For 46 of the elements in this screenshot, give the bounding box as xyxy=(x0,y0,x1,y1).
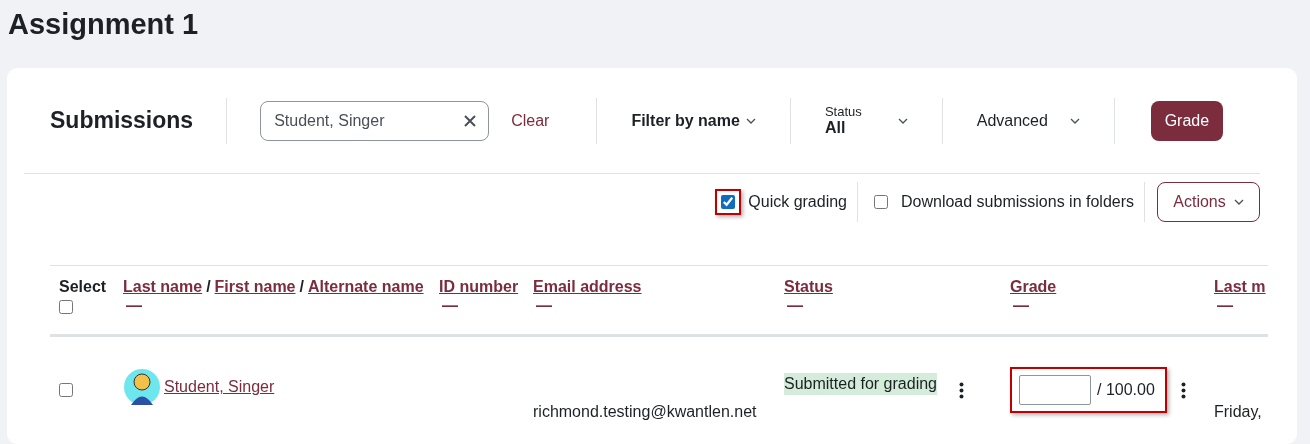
checkbox-label: Quick grading xyxy=(748,193,847,211)
separator: / xyxy=(206,278,211,296)
column-sort-link[interactable]: Email address xyxy=(533,278,642,296)
sort-indicator[interactable]: — xyxy=(1217,298,1268,314)
search-field[interactable]: Student, Singer xyxy=(260,100,490,141)
status-label: Submitted for grading xyxy=(784,373,937,395)
checkbox[interactable] xyxy=(721,195,736,209)
grade-max: / 100.00 xyxy=(1097,381,1155,399)
chevron-down-icon xyxy=(1069,117,1080,124)
column-sort-link[interactable]: Status xyxy=(784,278,833,296)
actions-button[interactable]: Actions xyxy=(1157,182,1260,222)
more-options-icon[interactable] xyxy=(1180,381,1186,399)
filter-by-name-dropdown[interactable]: Filter by name xyxy=(631,111,756,130)
advanced-dropdown[interactable]: Advanced xyxy=(976,111,1080,130)
checkbox[interactable] xyxy=(874,195,888,209)
row-checkbox[interactable] xyxy=(59,383,73,397)
close-icon[interactable] xyxy=(464,114,477,127)
column-sort-link[interactable]: ID number xyxy=(439,278,519,296)
chevron-down-icon xyxy=(897,117,908,124)
sort-indicator[interactable]: — xyxy=(442,298,515,314)
chevron-down-icon xyxy=(1233,199,1244,205)
checkbox-label: Download submissions in folders xyxy=(901,193,1134,211)
grade-input[interactable] xyxy=(1019,375,1091,405)
last-modified: Friday, xyxy=(1214,403,1262,421)
select-heading: Select xyxy=(59,278,107,295)
column-sort-link[interactable]: Last m xyxy=(1214,278,1266,296)
status-dropdown[interactable]: Status All xyxy=(824,104,908,137)
page-title: Assignment 1 xyxy=(8,7,200,42)
student-name-link[interactable]: Student, Singer xyxy=(164,378,275,396)
select-all-checkbox[interactable] xyxy=(59,300,73,314)
sort-indicator[interactable]: — xyxy=(536,298,766,314)
separator: / xyxy=(299,278,304,296)
column-sort-link[interactable]: Grade xyxy=(1010,278,1057,296)
clear-button[interactable]: Clear xyxy=(511,111,550,130)
sort-indicator[interactable]: — xyxy=(1013,298,1196,314)
sort-indicator[interactable]: — xyxy=(126,298,421,314)
column-sort-link[interactable]: Alternate name xyxy=(307,278,424,296)
sort-indicator[interactable]: — xyxy=(787,298,992,314)
column-sort-link[interactable]: Last name xyxy=(123,278,203,296)
chevron-down-icon xyxy=(745,117,756,124)
column-sort-link[interactable]: First name xyxy=(214,278,296,296)
submissions-heading: Submissions xyxy=(50,107,195,134)
avatar xyxy=(123,368,161,406)
more-options-icon[interactable] xyxy=(959,381,964,399)
grade-button[interactable]: Grade xyxy=(1150,100,1223,141)
email-address: richmond.testing@kwantlen.net xyxy=(533,403,757,421)
